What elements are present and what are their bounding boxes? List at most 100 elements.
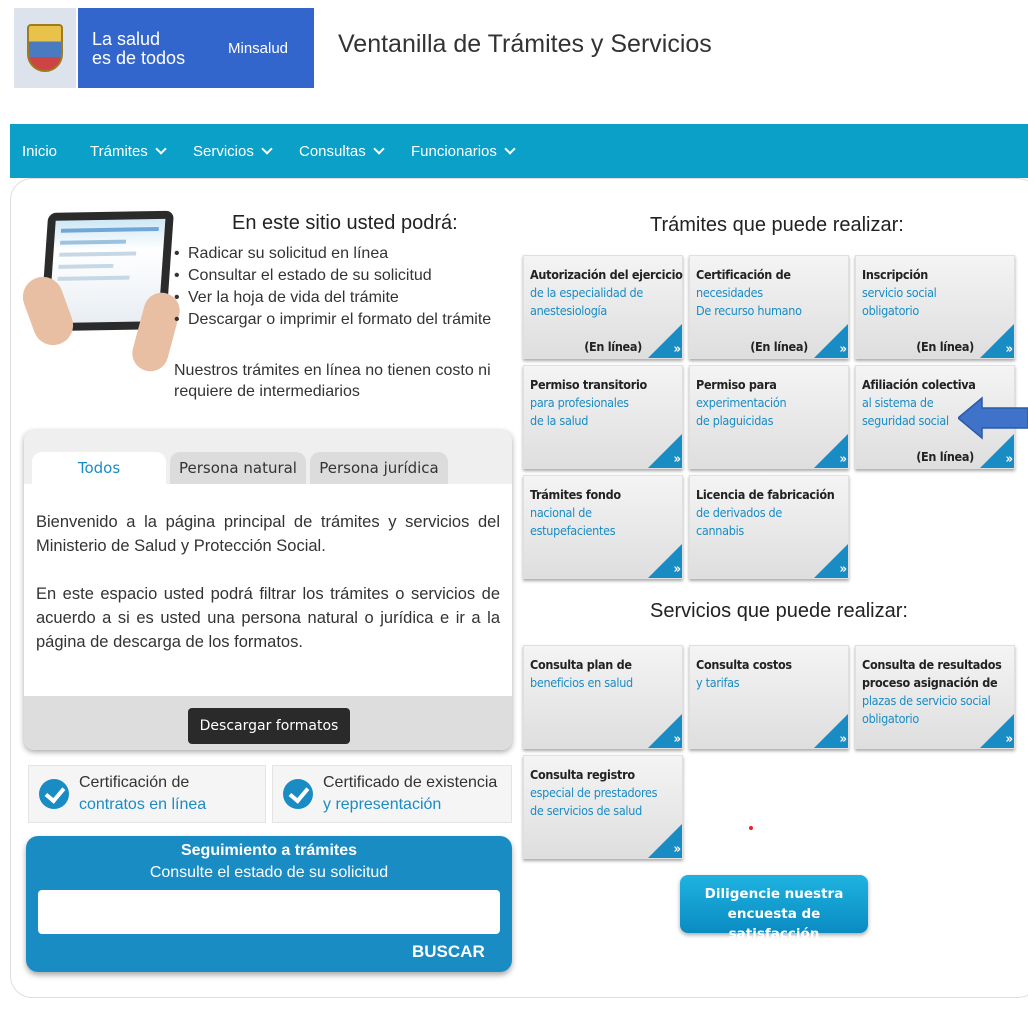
servicio-card[interactable]: Consulta de resultados proceso asignació… — [855, 645, 1015, 749]
double-chevron-right-icon: » — [673, 842, 680, 857]
card-body-line: obligatorio — [862, 303, 919, 318]
download-formats-button[interactable]: Descargar formatos — [188, 708, 350, 744]
servicio-card[interactable]: Consulta registro especial de prestadore… — [523, 755, 683, 859]
card-body-line: especial de prestadores — [530, 785, 658, 800]
card-body-line: servicio social — [862, 285, 937, 300]
feature-item: Descargar o imprimir el formato del trám… — [174, 309, 491, 331]
nav-item-inicio[interactable]: Inicio — [22, 143, 57, 160]
red-dot-marker — [749, 826, 753, 830]
double-chevron-right-icon: » — [839, 452, 846, 467]
double-chevron-right-icon: » — [839, 732, 846, 747]
card-title: Autorización del ejercicio — [530, 267, 683, 282]
tramite-card[interactable]: Permiso para experimentación de plaguici… — [689, 365, 849, 469]
card-body-line: de servicios de salud — [530, 803, 642, 818]
filter-tabs-panel: Todos Persona natural Persona jurídica B… — [24, 430, 512, 750]
main-navigation: Inicio Trámites Servicios Consultas Func… — [10, 124, 1028, 178]
chevron-down-icon — [504, 143, 516, 155]
card-title: Consulta plan de — [530, 657, 632, 672]
tab-paragraph: En este espacio usted podrá filtrar los … — [36, 585, 500, 651]
card-body-line: y tarifas — [696, 675, 740, 690]
site-title: Ventanilla de Trámites y Servicios — [338, 30, 712, 58]
online-badge: (En línea) — [584, 339, 642, 354]
tramite-card[interactable]: Licencia de fabricación de derivados de … — [689, 475, 849, 579]
nav-label: Trámites — [90, 143, 148, 160]
card-body-line: anestesiología — [530, 303, 607, 318]
card-title: Consulta costos — [696, 657, 792, 672]
cert-existencia-link[interactable]: Certificado de existencia y representaci… — [272, 765, 512, 823]
nav-label: Servicios — [193, 143, 254, 160]
servicio-card[interactable]: Consulta costos y tarifas » — [689, 645, 849, 749]
check-circle-icon — [283, 779, 313, 809]
colombia-coat-of-arms-logo — [14, 8, 76, 88]
card-body-line: al sistema de — [862, 395, 934, 410]
card-title: Consulta registro — [530, 767, 635, 782]
tab-content: Bienvenido a la página principal de trám… — [24, 484, 512, 696]
tramite-card[interactable]: Certificación de necesidades De recurso … — [689, 255, 849, 359]
chevron-down-icon — [155, 143, 167, 155]
nav-item-tramites[interactable]: Trámites — [90, 143, 167, 160]
tramites-heading: Trámites que puede realizar: — [650, 214, 904, 236]
double-chevron-right-icon: » — [1005, 342, 1012, 357]
nav-label: Inicio — [22, 143, 58, 160]
card-title: Permiso transitorio — [530, 377, 647, 392]
arrow-left-icon — [958, 396, 1028, 440]
double-chevron-right-icon: » — [839, 342, 846, 357]
double-chevron-right-icon: » — [673, 452, 680, 467]
card-title: Inscripción — [862, 267, 928, 282]
chevron-down-icon — [373, 143, 385, 155]
survey-button[interactable]: Diligencie nuestra encuesta de satisfacc… — [680, 875, 868, 942]
card-body-line: cannabis — [696, 523, 744, 538]
card-title: Afiliación colectiva — [862, 377, 976, 392]
tramite-card[interactable]: Autorización del ejercicio de la especia… — [523, 255, 683, 359]
online-badge: (En línea) — [750, 339, 808, 354]
card-body-line: estupefacientes — [530, 523, 616, 538]
card-title: Consulta de resultados — [862, 657, 1002, 672]
tracking-subtitle: Consulte el estado de su solicitud — [149, 864, 389, 881]
cert-line1: Certificación de — [79, 774, 190, 791]
intro-heading: En este sitio usted podrá: — [232, 212, 458, 234]
check-circle-icon — [39, 779, 69, 809]
tramite-card[interactable]: Trámites fondo nacional de estupefacient… — [523, 475, 683, 579]
servicio-card[interactable]: Consulta plan de beneficios en salud » — [523, 645, 683, 749]
double-chevron-right-icon: » — [839, 562, 846, 577]
card-title: Certificación de — [696, 267, 791, 282]
nav-item-servicios[interactable]: Servicios — [193, 143, 273, 160]
feature-item: Consultar el estado de su solicitud — [174, 265, 491, 287]
nav-label: Funcionarios — [411, 143, 497, 160]
brand-line2: es de todos — [92, 48, 186, 68]
cert-line2: contratos en línea — [79, 796, 207, 813]
search-button[interactable]: BUSCAR — [412, 942, 485, 962]
card-body-line: obligatorio — [862, 711, 919, 726]
nav-item-consultas[interactable]: Consultas — [299, 143, 385, 160]
card-body-line: de derivados de — [696, 505, 782, 520]
double-chevron-right-icon: » — [1005, 732, 1012, 747]
double-chevron-right-icon: » — [673, 342, 680, 357]
nav-item-funcionarios[interactable]: Funcionarios — [411, 143, 516, 160]
double-chevron-right-icon: » — [1005, 452, 1012, 467]
site-header: La salud es de todos Minsalud Ventanilla… — [0, 0, 1028, 96]
tramite-card[interactable]: Inscripción servicio social obligatorio … — [855, 255, 1015, 359]
card-body-line: nacional de — [530, 505, 592, 520]
card-body-line: beneficios en salud — [530, 675, 633, 690]
card-body-line: De recurso humano — [696, 303, 802, 318]
card-body-line: de la salud — [530, 413, 589, 428]
tab-persona-juridica[interactable]: Persona jurídica — [310, 452, 448, 484]
tab-todos[interactable]: Todos — [32, 452, 166, 484]
tracking-panel: Seguimiento a trámites Consulte el estad… — [26, 836, 512, 972]
tab-persona-natural[interactable]: Persona natural — [170, 452, 306, 484]
tracking-search-input[interactable] — [38, 890, 500, 934]
cert-contratos-link[interactable]: Certificación de contratos en línea — [28, 765, 266, 823]
tracking-title: Seguimiento a trámites — [180, 842, 358, 859]
tramite-card[interactable]: Permiso transitorio para profesionales d… — [523, 365, 683, 469]
card-title: Licencia de fabricación — [696, 487, 835, 502]
chevron-down-icon — [261, 143, 273, 155]
brand-line1: La salud — [92, 29, 161, 49]
double-chevron-right-icon: » — [673, 732, 680, 747]
tab-footer: Descargar formatos — [24, 696, 512, 750]
tab-paragraph: Bienvenido a la página principal de trám… — [36, 513, 500, 555]
minsalud-brand-logo[interactable]: La salud es de todos Minsalud — [78, 8, 314, 88]
servicios-heading: Servicios que puede realizar: — [650, 600, 908, 622]
card-title: Permiso para — [696, 377, 777, 392]
feature-item: Ver la hoja de vida del trámite — [174, 287, 491, 309]
feature-item: Radicar su solicitud en línea — [174, 243, 491, 265]
